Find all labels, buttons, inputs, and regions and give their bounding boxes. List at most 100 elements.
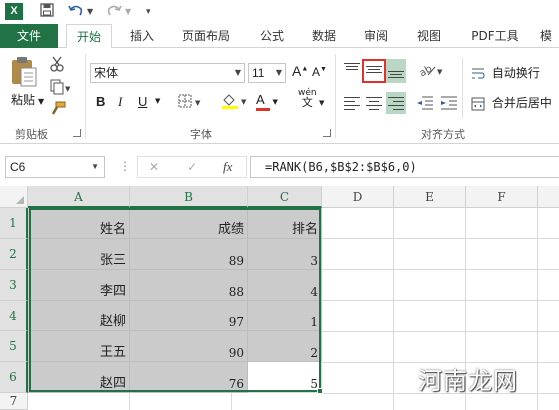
font-color-button[interactable]: A ▼	[256, 92, 278, 111]
underline-dropdown-icon[interactable]: ▼	[155, 97, 160, 105]
bold-button[interactable]: B	[96, 94, 105, 109]
cell-a5[interactable]: 王五	[28, 331, 130, 362]
wrap-text-button[interactable]: 自动换行	[471, 64, 540, 81]
cell-a2[interactable]: 张三	[28, 239, 130, 270]
svg-text:▼: ▼	[195, 99, 201, 107]
font-name-value: 宋体	[94, 66, 119, 80]
cut-icon[interactable]	[50, 56, 64, 75]
cell-b3[interactable]: 88	[130, 270, 248, 301]
alignment-group-label: 对齐方式	[421, 128, 465, 141]
align-top-icon[interactable]	[344, 62, 360, 76]
align-bottom-button[interactable]	[386, 59, 406, 83]
phonetic-guide-button[interactable]: wén 文	[298, 88, 317, 108]
tab-review[interactable]: 审阅	[360, 24, 392, 48]
phonetic-bottom-text: 文	[301, 96, 313, 109]
cell-b4[interactable]: 97	[130, 301, 248, 331]
merge-center-button[interactable]: 合并后居中	[471, 94, 552, 111]
redo-icon[interactable]	[106, 3, 122, 21]
paste-button[interactable]: 粘贴 ▼	[11, 91, 44, 108]
column-header-next[interactable]	[538, 186, 559, 208]
font-launcher-icon[interactable]	[323, 129, 331, 137]
orientation-icon[interactable]: ab ▼	[418, 62, 446, 81]
cell-c3[interactable]: 4	[248, 270, 322, 301]
format-painter-icon[interactable]	[50, 101, 66, 120]
cell-c1[interactable]: 排名	[248, 208, 322, 239]
cell-c2[interactable]: 3	[248, 239, 322, 270]
shrink-font-icon: A	[312, 65, 321, 79]
column-header-a[interactable]: A	[28, 186, 130, 208]
cell-a1[interactable]: 姓名	[28, 208, 130, 239]
tab-home[interactable]: 开始	[66, 24, 112, 49]
italic-button[interactable]: I	[118, 94, 122, 110]
tab-formulas[interactable]: 公式	[256, 24, 288, 48]
cell-c6-active[interactable]: 5	[248, 362, 322, 393]
column-header-b[interactable]: B	[130, 186, 248, 208]
shrink-font-button[interactable]: A▼	[312, 65, 327, 79]
clipboard-group-label: 剪贴板	[15, 128, 48, 141]
decrease-indent-icon[interactable]	[416, 95, 434, 114]
fill-handle[interactable]	[317, 388, 323, 394]
fill-color-icon[interactable]: ▼	[221, 93, 249, 113]
column-header-f[interactable]: F	[466, 186, 538, 208]
row-header-4[interactable]: 4	[0, 301, 28, 331]
undo-dropdown-icon[interactable]: ▼	[87, 3, 93, 21]
column-header-d[interactable]: D	[322, 186, 394, 208]
resize-dots-icon[interactable]: ⋮	[119, 159, 131, 173]
align-left-icon[interactable]	[344, 96, 360, 110]
chevron-down-icon: ▼	[275, 68, 282, 77]
row-header-6[interactable]: 6	[0, 362, 28, 393]
merge-center-label: 合并后居中	[491, 96, 552, 110]
row-header-3[interactable]: 3	[0, 270, 28, 301]
copy-icon[interactable]: ▼	[50, 79, 72, 98]
cell-a3[interactable]: 李四	[28, 270, 130, 301]
row-7-cells[interactable]	[28, 393, 322, 410]
row-header-1[interactable]: 1	[0, 208, 28, 239]
cell-b2[interactable]: 89	[130, 239, 248, 270]
borders-icon[interactable]: ▼	[178, 94, 204, 111]
name-box[interactable]: C6 ▼	[5, 156, 105, 178]
quick-access-toolbar: X ▼ ▼ ▾	[0, 0, 559, 24]
tab-file[interactable]: 文件	[0, 24, 58, 48]
row-header-5[interactable]: 5	[0, 331, 28, 362]
cell-c4[interactable]: 1	[248, 301, 322, 331]
cell-b1[interactable]: 成绩	[130, 208, 248, 239]
align-center-icon[interactable]	[366, 96, 382, 110]
cell-a6[interactable]: 赵四	[28, 362, 130, 393]
undo-icon[interactable]	[68, 3, 84, 21]
clipboard-launcher-icon[interactable]	[73, 129, 81, 137]
phonetic-dropdown-icon[interactable]: ▼	[319, 99, 324, 107]
font-color-letter: A	[256, 92, 265, 107]
tab-data[interactable]: 数据	[308, 24, 340, 48]
customize-qat-icon[interactable]: ▾	[146, 3, 151, 21]
increase-indent-icon[interactable]	[440, 95, 458, 114]
cell-b6[interactable]: 76	[130, 362, 248, 393]
underline-button[interactable]: U	[138, 94, 147, 109]
save-icon[interactable]	[40, 3, 54, 21]
font-size-combo[interactable]: 11 ▼	[248, 63, 286, 83]
tab-insert[interactable]: 插入	[126, 24, 158, 48]
tab-pdf-tools[interactable]: PDF工具	[468, 24, 522, 48]
tab-more[interactable]: 模	[540, 24, 559, 48]
group-divider	[462, 58, 463, 118]
enter-icon[interactable]: ✓	[187, 157, 197, 177]
formula-input[interactable]: =RANK(B6,$B$2:$B$6,0)	[250, 156, 559, 178]
insert-function-icon[interactable]: fx	[223, 157, 232, 177]
grow-font-button[interactable]: A▲	[292, 63, 308, 79]
row-header-2[interactable]: 2	[0, 239, 28, 270]
cell-c5[interactable]: 2	[248, 331, 322, 362]
cancel-icon[interactable]: ✕	[149, 157, 159, 177]
column-header-c[interactable]: C	[248, 186, 322, 208]
align-right-button[interactable]	[386, 92, 406, 114]
tab-view[interactable]: 视图	[413, 24, 445, 48]
cell-a4[interactable]: 赵柳	[28, 301, 130, 331]
column-header-e[interactable]: E	[394, 186, 466, 208]
font-name-combo[interactable]: 宋体 ▼	[90, 63, 245, 83]
paste-icon[interactable]	[10, 56, 38, 91]
ribbon-tab-bar: 文件 开始 插入 页面布局 公式 数据 审阅 视图 PDF工具 模	[0, 24, 559, 49]
row-header-7[interactable]: 7	[0, 393, 28, 410]
tab-page-layout[interactable]: 页面布局	[178, 24, 234, 48]
redo-dropdown-icon[interactable]: ▼	[125, 3, 131, 21]
select-all-button[interactable]	[0, 186, 28, 208]
cell-b5[interactable]: 90	[130, 331, 248, 362]
group-divider	[85, 54, 86, 138]
